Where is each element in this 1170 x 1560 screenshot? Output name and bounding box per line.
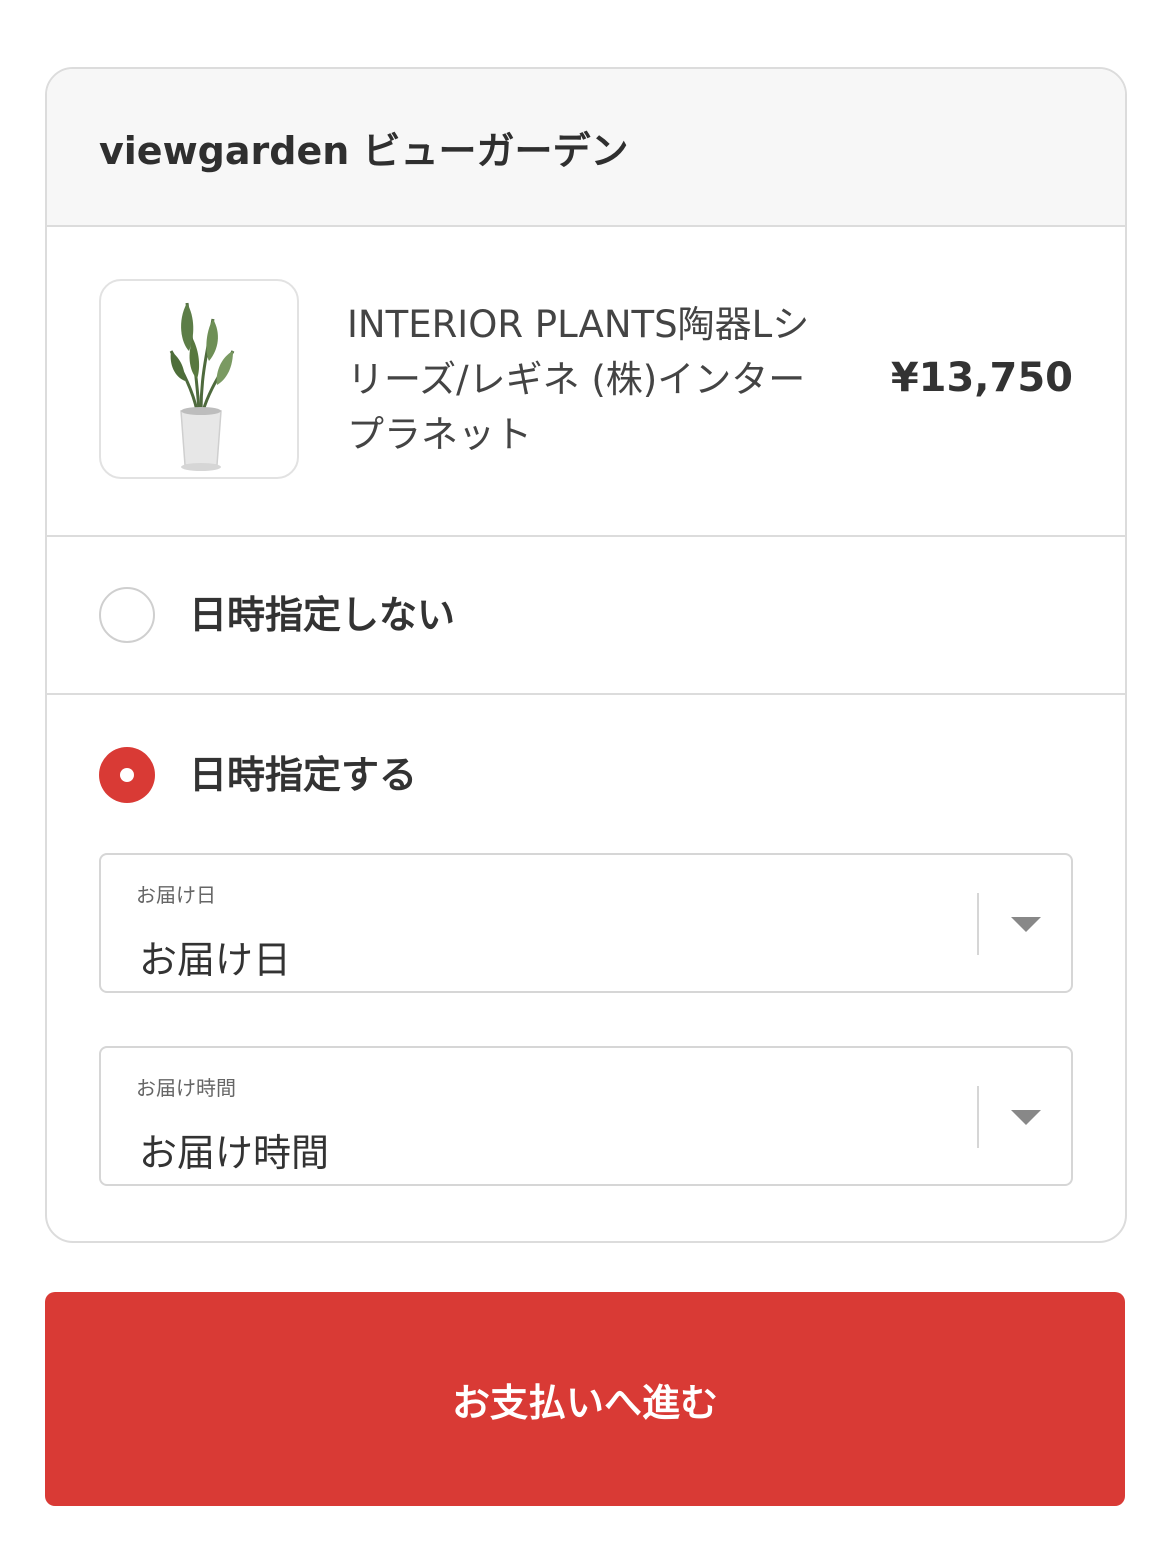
checkout-page: viewgarden ビューガーデン INTERIOR PLANTS陶器Lシリー… xyxy=(0,0,1170,1560)
radio-no-date[interactable] xyxy=(99,587,155,643)
order-card: viewgarden ビューガーデン INTERIOR PLANTS陶器Lシリー… xyxy=(45,67,1127,1243)
shop-name: viewgarden ビューガーデン xyxy=(99,128,629,173)
proceed-to-payment-button[interactable]: お支払いへ進む xyxy=(45,1292,1125,1506)
delivery-date-select[interactable]: お届け日 お届け日 xyxy=(99,853,1073,993)
delivery-time-value: お届け時間 xyxy=(139,1131,330,1175)
delivery-time-floating-label: お届け時間 xyxy=(136,1076,236,1100)
option-with-date-label: 日時指定する xyxy=(189,753,418,797)
option-with-date: 日時指定する お届け日 お届け日 お届け時間 お届け時間 xyxy=(47,695,1125,1239)
shop-header: viewgarden ビューガーデン xyxy=(47,69,1125,227)
radio-with-date[interactable] xyxy=(99,747,155,803)
product-price: ¥13,750 xyxy=(890,355,1073,401)
delivery-time-select[interactable]: お届け時間 お届け時間 xyxy=(99,1046,1073,1186)
caret-down-icon[interactable] xyxy=(1011,1110,1041,1125)
product-name: INTERIOR PLANTS陶器Lシリーズ/レギネ (株)インタープラネット xyxy=(347,303,810,456)
option-no-date-label: 日時指定しない xyxy=(189,593,456,637)
select-divider xyxy=(977,1086,979,1148)
product-row: INTERIOR PLANTS陶器Lシリーズ/レギネ (株)インタープラネット … xyxy=(47,227,1125,537)
option-no-date[interactable]: 日時指定しない xyxy=(47,537,1125,695)
select-divider xyxy=(977,893,979,955)
delivery-date-value: お届け日 xyxy=(139,938,292,982)
delivery-date-floating-label: お届け日 xyxy=(136,883,216,907)
product-thumbnail xyxy=(99,279,299,479)
potted-plant-icon xyxy=(169,302,235,471)
caret-down-icon[interactable] xyxy=(1011,917,1041,932)
